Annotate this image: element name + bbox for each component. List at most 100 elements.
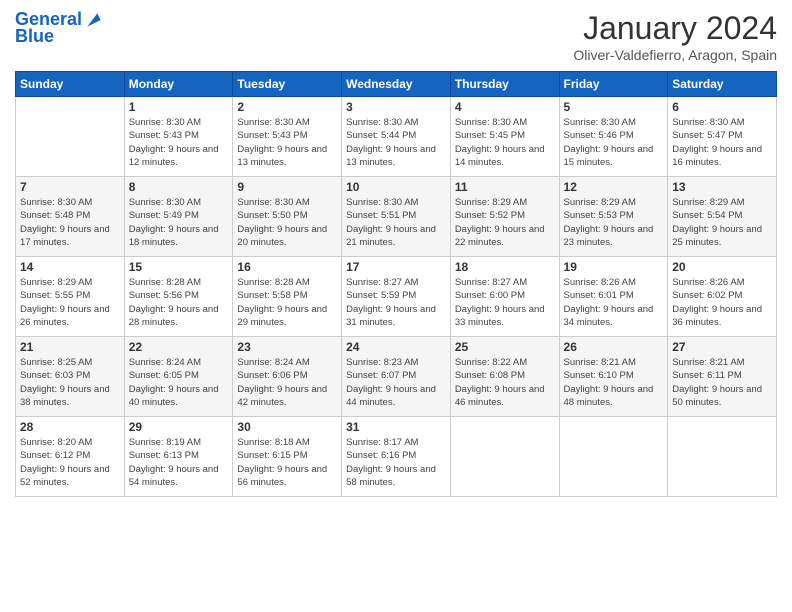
calendar-cell: 3 Sunrise: 8:30 AMSunset: 5:44 PMDaylight…	[342, 97, 451, 177]
calendar-cell: 16 Sunrise: 8:28 AMSunset: 5:58 PMDayligh…	[233, 257, 342, 337]
day-info: Sunrise: 8:17 AMSunset: 6:16 PMDaylight:…	[346, 436, 446, 489]
calendar-cell: 6 Sunrise: 8:30 AMSunset: 5:47 PMDaylight…	[668, 97, 777, 177]
weekday-header-row: SundayMondayTuesdayWednesdayThursdayFrid…	[16, 72, 777, 97]
day-info: Sunrise: 8:28 AMSunset: 5:58 PMDaylight:…	[237, 276, 337, 329]
weekday-header-tuesday: Tuesday	[233, 72, 342, 97]
weekday-header-friday: Friday	[559, 72, 668, 97]
day-number: 6	[672, 100, 772, 114]
day-number: 26	[564, 340, 664, 354]
day-number: 16	[237, 260, 337, 274]
calendar-cell: 24 Sunrise: 8:23 AMSunset: 6:07 PMDayligh…	[342, 337, 451, 417]
calendar-cell: 15 Sunrise: 8:28 AMSunset: 5:56 PMDayligh…	[124, 257, 233, 337]
calendar-cell: 28 Sunrise: 8:20 AMSunset: 6:12 PMDayligh…	[16, 417, 125, 497]
week-row-2: 7Sunrise: 8:30 AMSunset: 5:48 PMDaylight…	[16, 177, 777, 257]
day-info: Sunrise: 8:18 AMSunset: 6:15 PMDaylight:…	[237, 436, 337, 489]
day-info: Sunrise: 8:29 AMSunset: 5:54 PMDaylight:…	[672, 196, 772, 249]
calendar-cell: 7Sunrise: 8:30 AMSunset: 5:48 PMDaylight…	[16, 177, 125, 257]
weekday-header-thursday: Thursday	[450, 72, 559, 97]
calendar-cell: 18 Sunrise: 8:27 AMSunset: 6:00 PMDayligh…	[450, 257, 559, 337]
day-info: Sunrise: 8:27 AMSunset: 5:59 PMDaylight:…	[346, 276, 446, 329]
day-info: Sunrise: 8:27 AMSunset: 6:00 PMDaylight:…	[455, 276, 555, 329]
day-number: 9	[237, 180, 337, 194]
calendar-cell: 27 Sunrise: 8:21 AMSunset: 6:11 PMDayligh…	[668, 337, 777, 417]
day-info: Sunrise: 8:19 AMSunset: 6:13 PMDaylight:…	[129, 436, 229, 489]
calendar-cell	[559, 417, 668, 497]
calendar-cell: 21Sunrise: 8:25 AMSunset: 6:03 PMDayligh…	[16, 337, 125, 417]
calendar-cell: 22 Sunrise: 8:24 AMSunset: 6:05 PMDayligh…	[124, 337, 233, 417]
calendar-cell	[450, 417, 559, 497]
day-info: Sunrise: 8:28 AMSunset: 5:56 PMDaylight:…	[129, 276, 229, 329]
day-number: 18	[455, 260, 555, 274]
day-number: 17	[346, 260, 446, 274]
week-row-4: 21Sunrise: 8:25 AMSunset: 6:03 PMDayligh…	[16, 337, 777, 417]
calendar-cell: 17 Sunrise: 8:27 AMSunset: 5:59 PMDayligh…	[342, 257, 451, 337]
day-info: Sunrise: 8:30 AMSunset: 5:45 PMDaylight:…	[455, 116, 555, 169]
day-info: Sunrise: 8:30 AMSunset: 5:51 PMDaylight:…	[346, 196, 446, 249]
logo: General Blue	[15, 10, 104, 47]
calendar-cell	[16, 97, 125, 177]
day-number: 19	[564, 260, 664, 274]
day-number: 15	[129, 260, 229, 274]
day-info: Sunrise: 8:21 AMSunset: 6:10 PMDaylight:…	[564, 356, 664, 409]
title-area: January 2024 Oliver-Valdefierro, Aragon,…	[573, 10, 777, 63]
day-info: Sunrise: 8:23 AMSunset: 6:07 PMDaylight:…	[346, 356, 446, 409]
day-info: Sunrise: 8:30 AMSunset: 5:44 PMDaylight:…	[346, 116, 446, 169]
calendar-cell	[668, 417, 777, 497]
day-info: Sunrise: 8:30 AMSunset: 5:50 PMDaylight:…	[237, 196, 337, 249]
day-number: 30	[237, 420, 337, 434]
day-info: Sunrise: 8:29 AMSunset: 5:52 PMDaylight:…	[455, 196, 555, 249]
day-info: Sunrise: 8:24 AMSunset: 6:06 PMDaylight:…	[237, 356, 337, 409]
day-info: Sunrise: 8:30 AMSunset: 5:47 PMDaylight:…	[672, 116, 772, 169]
weekday-header-monday: Monday	[124, 72, 233, 97]
logo-icon	[84, 10, 104, 30]
day-number: 20	[672, 260, 772, 274]
calendar-cell: 30 Sunrise: 8:18 AMSunset: 6:15 PMDayligh…	[233, 417, 342, 497]
day-info: Sunrise: 8:29 AMSunset: 5:53 PMDaylight:…	[564, 196, 664, 249]
calendar-cell: 23 Sunrise: 8:24 AMSunset: 6:06 PMDayligh…	[233, 337, 342, 417]
day-number: 4	[455, 100, 555, 114]
week-row-5: 28 Sunrise: 8:20 AMSunset: 6:12 PMDayligh…	[16, 417, 777, 497]
day-number: 10	[346, 180, 446, 194]
day-info: Sunrise: 8:30 AMSunset: 5:43 PMDaylight:…	[129, 116, 229, 169]
day-info: Sunrise: 8:22 AMSunset: 6:08 PMDaylight:…	[455, 356, 555, 409]
day-number: 27	[672, 340, 772, 354]
weekday-header-wednesday: Wednesday	[342, 72, 451, 97]
calendar-cell: 13 Sunrise: 8:29 AMSunset: 5:54 PMDayligh…	[668, 177, 777, 257]
calendar-cell: 5 Sunrise: 8:30 AMSunset: 5:46 PMDaylight…	[559, 97, 668, 177]
day-number: 29	[129, 420, 229, 434]
day-number: 31	[346, 420, 446, 434]
day-number: 24	[346, 340, 446, 354]
calendar-cell: 25 Sunrise: 8:22 AMSunset: 6:08 PMDayligh…	[450, 337, 559, 417]
week-row-1: 1Sunrise: 8:30 AMSunset: 5:43 PMDaylight…	[16, 97, 777, 177]
calendar-table: SundayMondayTuesdayWednesdayThursdayFrid…	[15, 71, 777, 497]
weekday-header-sunday: Sunday	[16, 72, 125, 97]
day-number: 28	[20, 420, 120, 434]
calendar-cell: 2 Sunrise: 8:30 AMSunset: 5:43 PMDaylight…	[233, 97, 342, 177]
calendar-cell: 1Sunrise: 8:30 AMSunset: 5:43 PMDaylight…	[124, 97, 233, 177]
subtitle: Oliver-Valdefierro, Aragon, Spain	[573, 47, 777, 63]
calendar-cell: 4 Sunrise: 8:30 AMSunset: 5:45 PMDaylight…	[450, 97, 559, 177]
week-row-3: 14Sunrise: 8:29 AMSunset: 5:55 PMDayligh…	[16, 257, 777, 337]
calendar-cell: 19Sunrise: 8:26 AMSunset: 6:01 PMDayligh…	[559, 257, 668, 337]
day-info: Sunrise: 8:30 AMSunset: 5:43 PMDaylight:…	[237, 116, 337, 169]
day-number: 12	[564, 180, 664, 194]
day-info: Sunrise: 8:21 AMSunset: 6:11 PMDaylight:…	[672, 356, 772, 409]
day-number: 23	[237, 340, 337, 354]
day-number: 13	[672, 180, 772, 194]
calendar-cell: 10 Sunrise: 8:30 AMSunset: 5:51 PMDayligh…	[342, 177, 451, 257]
day-info: Sunrise: 8:30 AMSunset: 5:46 PMDaylight:…	[564, 116, 664, 169]
day-info: Sunrise: 8:30 AMSunset: 5:49 PMDaylight:…	[129, 196, 229, 249]
day-number: 22	[129, 340, 229, 354]
day-number: 2	[237, 100, 337, 114]
day-number: 25	[455, 340, 555, 354]
day-info: Sunrise: 8:30 AMSunset: 5:48 PMDaylight:…	[20, 196, 120, 249]
day-info: Sunrise: 8:26 AMSunset: 6:02 PMDaylight:…	[672, 276, 772, 329]
calendar-cell: 8Sunrise: 8:30 AMSunset: 5:49 PMDaylight…	[124, 177, 233, 257]
day-info: Sunrise: 8:20 AMSunset: 6:12 PMDaylight:…	[20, 436, 120, 489]
weekday-header-saturday: Saturday	[668, 72, 777, 97]
day-number: 3	[346, 100, 446, 114]
day-info: Sunrise: 8:24 AMSunset: 6:05 PMDaylight:…	[129, 356, 229, 409]
calendar-cell: 31 Sunrise: 8:17 AMSunset: 6:16 PMDayligh…	[342, 417, 451, 497]
day-number: 5	[564, 100, 664, 114]
calendar-cell: 9 Sunrise: 8:30 AMSunset: 5:50 PMDaylight…	[233, 177, 342, 257]
